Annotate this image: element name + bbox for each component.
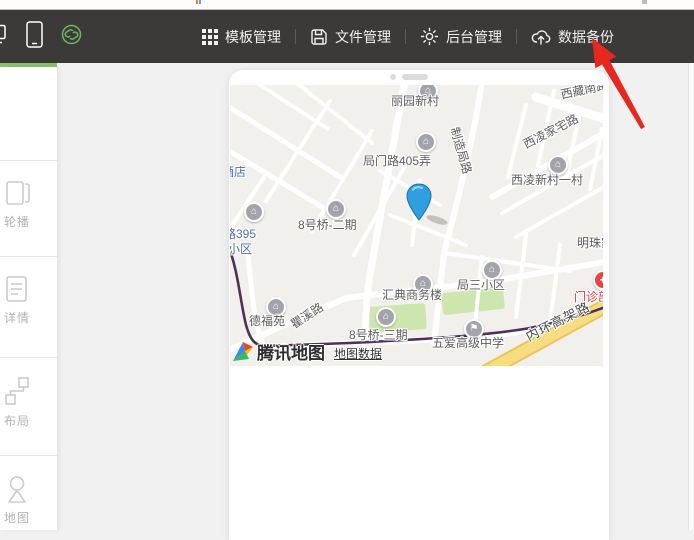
browser-speck	[196, 0, 198, 4]
poi-home-icon: ⌂	[326, 199, 346, 219]
sidebar-item-detail[interactable]: 详情	[0, 256, 57, 357]
poi-home-icon: ⌂	[548, 155, 568, 175]
poi-building-icon: ⌂	[413, 274, 433, 294]
map-pin-icon	[406, 183, 456, 232]
sidebar-item-label: 布局	[4, 412, 30, 429]
sidebar-item-carousel[interactable]: 轮播	[0, 160, 57, 256]
sidebar-item-label: 轮播	[4, 213, 30, 230]
share-link-icon[interactable]	[61, 24, 82, 50]
toolbar: 模板管理 文件管理 后台管理 数据备份	[0, 10, 694, 63]
poi-home-icon: ⌂	[266, 297, 286, 317]
layout-icon	[3, 376, 31, 406]
poi-home-icon: ⌂	[416, 132, 436, 152]
carousel-icon	[2, 179, 32, 207]
menu-item-label: 模板管理	[225, 27, 281, 47]
page-builder-app: { "topbar": { "menu_items": [ {"id": "te…	[0, 0, 694, 530]
sidebar-item-layout[interactable]: 布局	[0, 357, 57, 455]
browser-speck	[199, 0, 201, 4]
tencent-logo-text: 腾讯地图	[257, 339, 325, 364]
tencent-maps-logo: 腾讯地图	[232, 339, 325, 364]
grid-icon	[202, 29, 218, 45]
scrollbar[interactable]	[688, 63, 694, 530]
map-data-link[interactable]: 地图数据	[334, 345, 382, 364]
phone-preview: 丽园新村西藏南路酒店局门路405弄制造局路西凌家宅路西凌新村一村明珠家园8号桥-…	[229, 70, 609, 540]
menu-item-admin[interactable]: 后台管理	[420, 27, 502, 47]
desktop-preview-icon[interactable]	[0, 23, 9, 50]
sidebar-item-label: 地图	[4, 509, 30, 526]
tencent-logo-icon	[232, 341, 254, 363]
cloud-upload-icon	[531, 28, 551, 45]
poi-building-icon: ⌂	[376, 307, 396, 327]
phone-speaker-icon	[402, 74, 428, 80]
menu-item-label: 数据备份	[558, 27, 614, 47]
phone-camera-icon	[390, 74, 396, 80]
sidebar-item-map[interactable]: 地图	[0, 455, 57, 530]
menu-item-label: 后台管理	[446, 27, 502, 47]
menu-item-template[interactable]: 模板管理	[202, 27, 281, 47]
menu-separator	[295, 29, 296, 44]
sidebar-item-label: 详情	[4, 309, 30, 326]
browser-speck	[642, 0, 647, 4]
save-icon	[310, 28, 328, 46]
gear-icon	[420, 27, 439, 46]
menu-separator	[405, 29, 406, 44]
map-pin-icon	[3, 474, 31, 503]
menu-separator	[516, 29, 517, 44]
poi-school-icon: ⚑	[464, 319, 484, 339]
menu-item-backup[interactable]: 数据备份	[531, 27, 614, 47]
poi-home-icon: ⌂	[482, 260, 502, 280]
map-widget[interactable]: 丽园新村西藏南路酒店局门路405弄制造局路西凌家宅路西凌新村一村明珠家园8号桥-…	[230, 85, 603, 366]
detail-icon	[3, 275, 31, 303]
palette-spacer	[0, 67, 57, 160]
poi-home-icon: ⌂	[244, 202, 264, 222]
map-attribution: 腾讯地图 地图数据	[232, 339, 382, 364]
toolbar-menu: 模板管理 文件管理 后台管理 数据备份	[202, 10, 614, 63]
menu-item-file[interactable]: 文件管理	[310, 27, 391, 47]
mobile-preview-icon[interactable]	[26, 21, 43, 53]
menu-item-label: 文件管理	[335, 27, 391, 47]
component-palette: 轮播详情布局地图	[0, 67, 58, 530]
browser-edge-strip	[0, 0, 694, 10]
